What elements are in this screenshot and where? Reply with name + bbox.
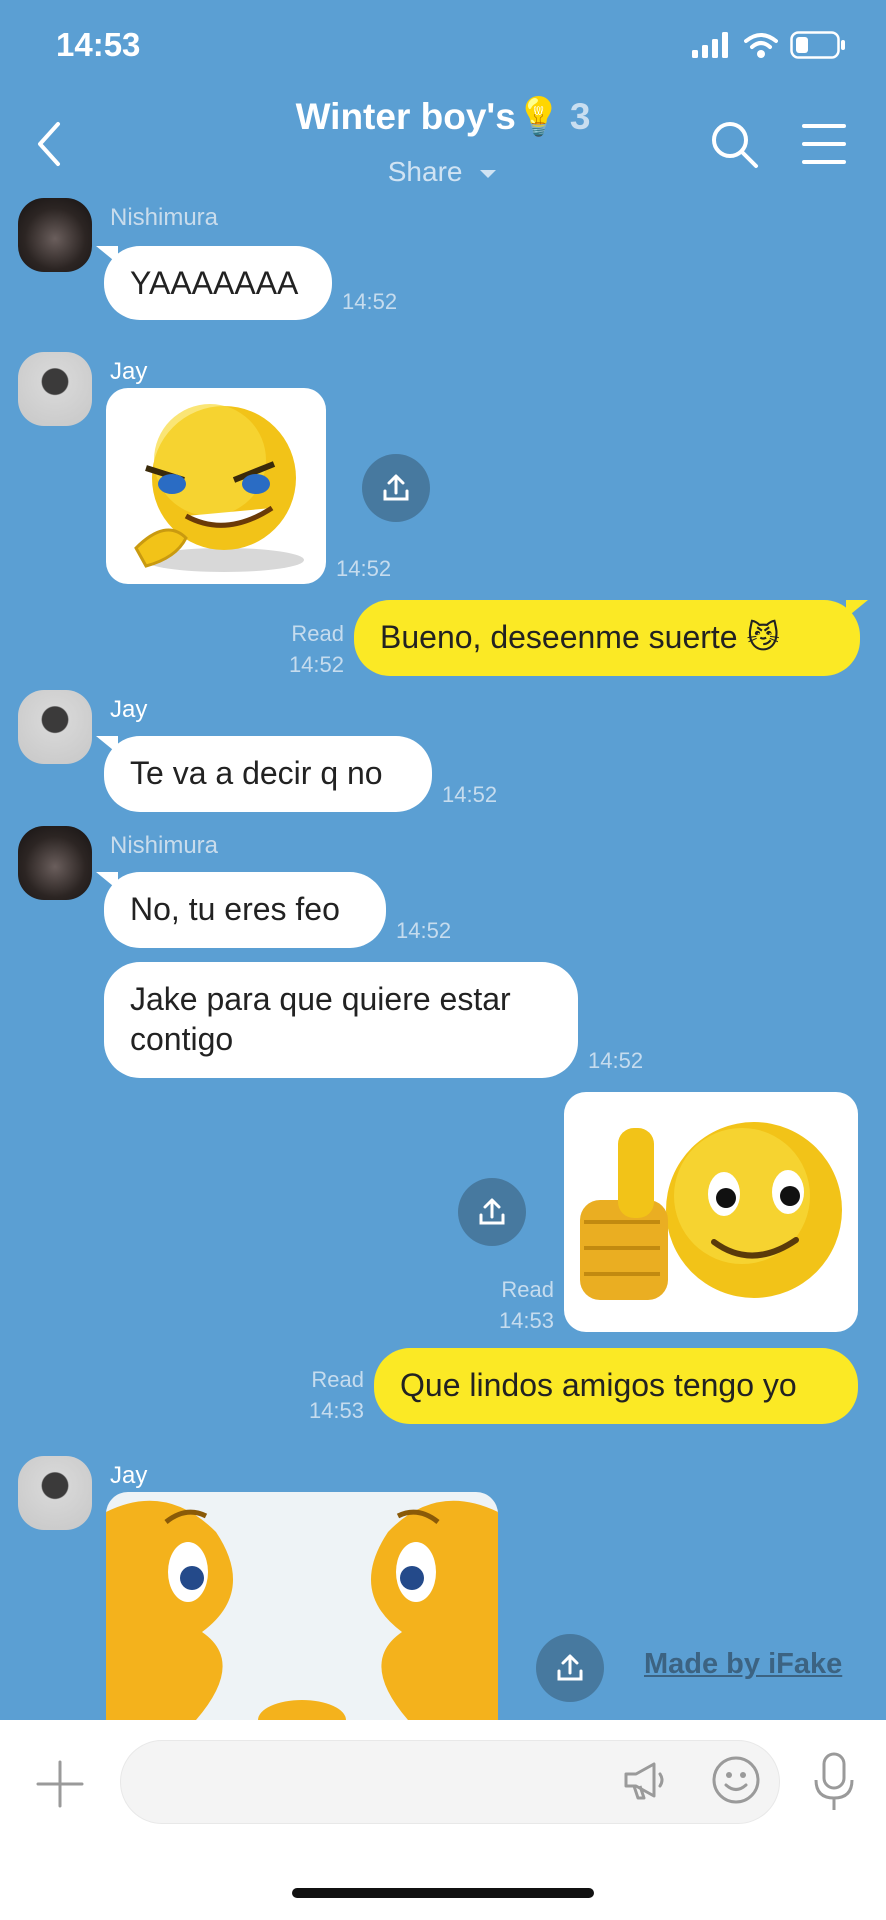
thumbs-up-emoji-sticker[interactable]: [564, 1092, 858, 1332]
upload-icon: [479, 1198, 505, 1225]
search-icon[interactable]: [708, 118, 760, 170]
chevron-down-icon: [480, 169, 497, 178]
avatar-nishimura[interactable]: [18, 198, 92, 272]
plus-icon[interactable]: [34, 1758, 86, 1810]
sender-name: Jay: [110, 358, 148, 385]
member-count: 3: [569, 96, 591, 137]
message-bubble[interactable]: No, tu eres feo: [104, 872, 386, 948]
message-time: 14:52: [396, 918, 452, 943]
read-label: Read: [291, 621, 344, 646]
upload-icon: [383, 474, 409, 501]
bubble-tail: [846, 600, 868, 618]
read-label: Read: [311, 1367, 364, 1392]
message-bubble[interactable]: Bueno, deseenme suerte 😼: [354, 600, 860, 676]
avatar-jay[interactable]: [18, 352, 92, 426]
status-time: 14:53: [56, 26, 141, 63]
message-time: 14:52: [342, 289, 398, 314]
message-time: 14:52: [442, 782, 498, 807]
megaphone-icon[interactable]: [620, 1756, 668, 1804]
message-bubble[interactable]: Que lindos amigos tengo yo: [374, 1348, 858, 1424]
chat-title-text: Winter boy's: [295, 96, 516, 137]
message-time: 14:52: [336, 556, 392, 581]
share-label: Share: [387, 156, 463, 187]
sender-name: Nishimura: [110, 832, 219, 859]
message-time: 14:53: [308, 1398, 364, 1423]
read-label: Read: [501, 1277, 554, 1302]
avatar-jay[interactable]: [18, 1456, 92, 1530]
emoji-icon[interactable]: [710, 1754, 762, 1806]
sender-name: Jay: [110, 1462, 148, 1489]
sender-name: Jay: [110, 696, 148, 723]
message-time: 14:53: [498, 1308, 554, 1333]
message-time: 14:52: [288, 652, 344, 677]
share-button[interactable]: [362, 454, 430, 522]
lightbulb-icon: 💡: [515, 96, 562, 137]
message-bubble[interactable]: Te va a decir q no: [104, 736, 432, 812]
signal-icon: [692, 32, 728, 58]
share-button[interactable]: [536, 1634, 604, 1702]
home-indicator: [292, 1888, 594, 1898]
two-faces-emoji-sticker[interactable]: [106, 1492, 498, 1720]
read-receipt: Read 14:53: [484, 1274, 554, 1336]
battery-icon: [790, 31, 845, 59]
status-icons: [692, 28, 846, 62]
read-receipt: Read 14:53: [296, 1364, 364, 1426]
message-input[interactable]: [120, 1740, 780, 1824]
avatar-jay[interactable]: [18, 690, 92, 764]
share-button[interactable]: [458, 1178, 526, 1246]
menu-icon[interactable]: [800, 118, 852, 170]
wifi-icon: [744, 33, 778, 58]
microphone-icon[interactable]: [812, 1750, 856, 1812]
avatar-nishimura[interactable]: [18, 826, 92, 900]
message-time: 14:52: [588, 1048, 644, 1073]
message-bubble[interactable]: Jake para que quiere estar contigo: [104, 962, 578, 1078]
sender-name: Nishimura: [110, 204, 219, 231]
read-receipt: Read 14:52: [276, 618, 344, 680]
watermark: Made by iFake: [644, 1648, 843, 1680]
message-bubble[interactable]: YAAAAAAA: [104, 246, 332, 320]
upload-icon: [557, 1654, 583, 1681]
grinning-emoji-sticker[interactable]: [106, 388, 326, 584]
